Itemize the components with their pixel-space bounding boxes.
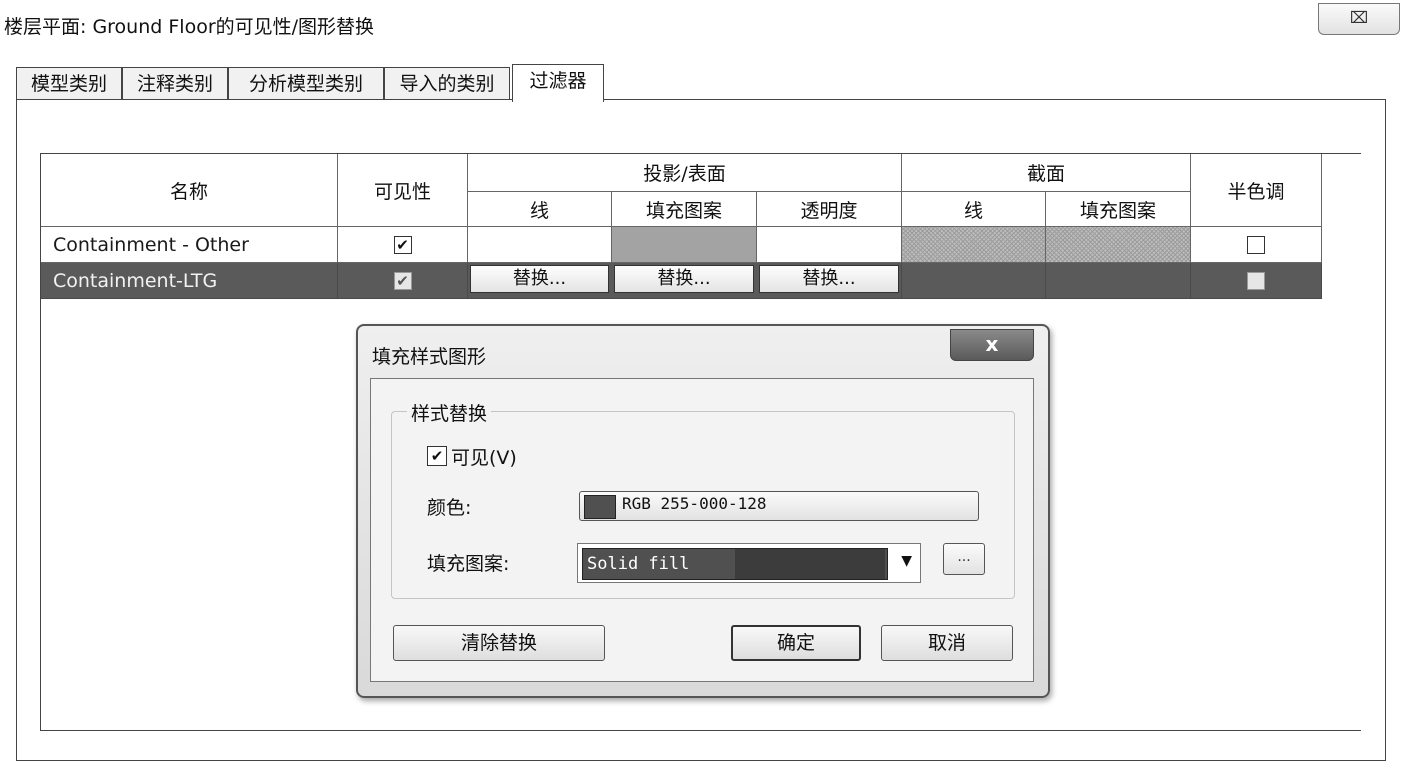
table-row-visibility-cell: ✔ <box>338 263 468 299</box>
col-header-cut-fill-pattern[interactable]: 填充图案 <box>1046 192 1191 227</box>
group-title: 样式替换 <box>407 399 492 426</box>
table-row-visibility-cell: ✔ <box>338 227 468 263</box>
cut-fill-pattern-cell <box>1046 263 1191 299</box>
halftone-checkbox[interactable] <box>1247 235 1265 254</box>
cut-fill-pattern-cell <box>1046 227 1191 263</box>
col-header-transparency[interactable]: 透明度 <box>757 192 902 227</box>
table-row-name[interactable]: Containment - Other <box>41 227 338 263</box>
tab-imported-categories[interactable]: 导入的类别 <box>384 67 510 101</box>
color-swatch <box>584 495 616 519</box>
col-header-projection-fill-pattern[interactable]: 填充图案 <box>612 192 757 227</box>
col-header-projection-surface: 投影/表面 <box>468 154 902 192</box>
tab-analytical-model-categories[interactable]: 分析模型类别 <box>228 67 384 101</box>
visible-label: 可见(V) <box>451 447 517 469</box>
cut-line-cell <box>902 263 1046 299</box>
fill-pattern-value: Solid fill <box>587 554 690 574</box>
clear-overrides-button[interactable]: 清除替换 <box>393 625 605 661</box>
table-row-name-selected[interactable]: Containment-LTG <box>41 263 338 299</box>
col-header-name[interactable]: 名称 <box>41 154 338 227</box>
color-picker-button[interactable]: RGB 255-000-128 <box>579 491 979 521</box>
window-close-button[interactable]: ⌧ <box>1318 3 1400 35</box>
cancel-button[interactable]: 取消 <box>881 625 1013 661</box>
ok-button[interactable]: 确定 <box>731 625 861 661</box>
col-header-projection-line[interactable]: 线 <box>468 192 612 227</box>
color-value: RGB 255-000-128 <box>622 494 767 513</box>
dialog-title: 填充样式图形 <box>372 346 487 368</box>
col-header-visibility[interactable]: 可见性 <box>338 154 468 227</box>
dialog-close-button[interactable]: x <box>950 329 1034 361</box>
browse-pattern-button[interactable]: ... <box>943 543 985 575</box>
fill-pattern-graphics-dialog: 填充样式图形 x 样式替换 ✔ 可见(V) 颜色: RGB 255-000-12… <box>356 324 1050 698</box>
window-title: 楼层平面: Ground Floor的可见性/图形替换 <box>4 16 375 38</box>
col-header-cut: 截面 <box>902 154 1191 192</box>
override-transparency-button[interactable]: 替换... <box>759 265 899 293</box>
halftone-cell <box>1191 227 1322 263</box>
tab-annotation-categories[interactable]: 注释类别 <box>122 67 228 101</box>
visibility-checkbox[interactable]: ✔ <box>393 271 412 290</box>
halftone-checkbox[interactable] <box>1247 271 1265 290</box>
tab-model-categories[interactable]: 模型类别 <box>16 67 122 101</box>
override-projection-fill-button[interactable]: 替换... <box>614 265 754 293</box>
cut-line-cell <box>902 227 1046 263</box>
fill-pattern-dropdown[interactable]: Solid fill ▼ <box>577 543 921 583</box>
col-header-cut-line[interactable]: 线 <box>902 192 1046 227</box>
visibility-checkbox[interactable]: ✔ <box>393 235 412 254</box>
override-projection-line-button[interactable]: 替换... <box>470 265 609 293</box>
halftone-cell <box>1191 263 1322 299</box>
fill-pattern-preview <box>735 549 885 579</box>
projection-fill-pattern-cell[interactable] <box>612 227 757 263</box>
fill-pattern-label: 填充图案: <box>427 553 510 575</box>
dialog-body: 样式替换 ✔ 可见(V) 颜色: RGB 255-000-128 填充图案: S… <box>370 378 1034 682</box>
chevron-down-icon[interactable]: ▼ <box>901 553 912 569</box>
visible-checkbox[interactable]: ✔ <box>427 446 447 466</box>
color-label: 颜色: <box>427 497 472 519</box>
fill-pattern-selected: Solid fill <box>582 548 888 580</box>
transparency-cell[interactable] <box>757 227 902 263</box>
projection-line-cell[interactable] <box>468 227 612 263</box>
col-header-halftone[interactable]: 半色调 <box>1191 154 1322 227</box>
tab-filters[interactable]: 过滤器 <box>512 64 604 102</box>
